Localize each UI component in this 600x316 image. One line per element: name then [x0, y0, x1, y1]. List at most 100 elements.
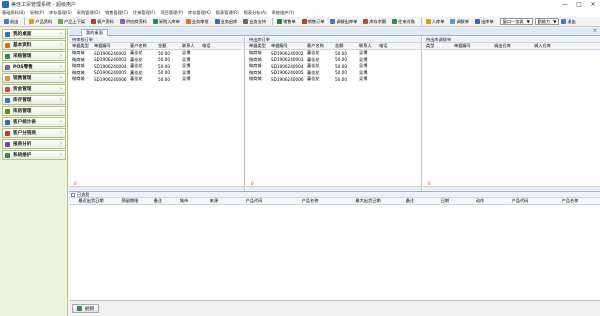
column-header[interactable]: 单据编号 — [268, 43, 304, 49]
pending-outbound-pane: 待出库订单 单据类型 单据编号 客户名称 金额 联系人 电话 微商城 SD1906240002 蕃… — [246, 37, 422, 191]
column-header[interactable]: 客户名称 — [304, 43, 332, 49]
menu-item[interactable]: 采购管理(O) — [77, 10, 100, 16]
menu-item[interactable]: 报表分析(A) — [244, 10, 267, 16]
user-dropdown[interactable]: 勤能力 ▼ — [534, 18, 560, 25]
column-header[interactable]: 类型 — [423, 43, 451, 49]
sidebar-item[interactable]: POS零售 › — [2, 62, 66, 72]
menu-item[interactable]: 基础资料(B) — [2, 10, 25, 16]
sidebar-item[interactable]: 客户统计表 › — [2, 117, 66, 127]
menu-item[interactable]: 报表管理(R) — [216, 10, 239, 16]
column-header[interactable]: 城市 — [169, 198, 199, 204]
toolbar-button-label: 业务出库 — [220, 18, 238, 24]
column-header[interactable]: 日期 — [425, 198, 465, 204]
refresh-button[interactable]: 刷新 — [72, 304, 100, 313]
sidebar-item[interactable]: 客户分销商 › — [2, 128, 66, 138]
sidebar-item[interactable]: 库房管理 › — [2, 106, 66, 116]
column-header[interactable]: 金额 — [155, 43, 179, 49]
table-cell: 吴博 — [359, 69, 368, 75]
toolbar-icon — [277, 19, 283, 24]
table-cell: SD1906240002 — [94, 50, 127, 56]
table-cell: 蕃佳花 — [307, 63, 320, 69]
module-icon — [5, 31, 10, 37]
column-header[interactable]: 预留期限 — [113, 198, 147, 204]
sidebar-item[interactable]: 采购管理 › — [2, 51, 66, 61]
toolbar-button[interactable]: 销售单 — [275, 18, 298, 26]
tab-my-desktop[interactable]: 我的桌面 — [81, 29, 108, 36]
menu-item[interactable]: 系统维护(Y) — [272, 10, 295, 16]
column-header[interactable]: 单据类型 — [246, 43, 268, 49]
toolbar-button[interactable]: 产品资料 — [27, 18, 54, 26]
select-checkbox[interactable] — [71, 193, 75, 197]
toolbar-button-label: 入库单 — [431, 18, 445, 24]
window-list-dropdown[interactable]: 窗口一览表 ▼ — [499, 18, 533, 25]
column-header[interactable]: 单据类型 — [69, 43, 91, 49]
toolbar-button[interactable]: 调拨出库单 — [328, 18, 359, 26]
dropdown-value: 窗口一览表 — [502, 18, 524, 24]
sidebar-item-label: 基本资料 — [13, 43, 32, 48]
toolbar-icon — [58, 19, 64, 24]
menu-item[interactable]: 库存管理(S) — [49, 10, 72, 16]
column-header[interactable]: 最近出货日期 — [69, 198, 113, 204]
column-header[interactable]: 联系人 — [356, 43, 376, 49]
column-header[interactable]: 联系人 — [179, 43, 199, 49]
close-tab-icon[interactable]: × — [593, 28, 597, 34]
toolbar-button[interactable]: 调拨单 — [448, 18, 471, 26]
menu-item[interactable]: 销售管理(C) — [105, 10, 128, 16]
column-header[interactable]: 来源 — [199, 198, 229, 204]
column-header[interactable]: 调入仓库 — [531, 43, 571, 49]
exit-button[interactable]: 退出 — [559, 18, 577, 26]
maximize-button[interactable]: □ — [572, 0, 586, 9]
sidebar-item-label: 库房管理 — [13, 109, 32, 114]
minimize-button[interactable]: — — [558, 0, 572, 9]
toolbar-button[interactable]: 退出 — [2, 18, 20, 26]
column-header[interactable]: 备注 — [147, 198, 169, 204]
toolbar-button[interactable]: 销售订单 — [300, 18, 327, 26]
table-cell: 蕃佳花 — [130, 76, 143, 82]
sidebar-item-label: POS零售 — [13, 65, 33, 70]
column-header[interactable]: 电话 — [376, 43, 392, 49]
toolbar-button[interactable]: 客户资料 — [89, 18, 116, 26]
sidebar-item[interactable]: 我的桌面 › — [2, 29, 66, 39]
menu-item[interactable]: 库存管理(K) — [188, 10, 211, 16]
menu-item[interactable]: 往来管理(F) — [133, 10, 155, 16]
column-header[interactable]: 单据编号 — [451, 43, 491, 49]
sidebar-item[interactable]: 库存管理 › — [2, 95, 66, 105]
table-cell: 吴博 — [359, 63, 368, 69]
toolbar-button[interactable]: 库存余额 — [361, 18, 388, 26]
close-button[interactable]: ✕ — [586, 0, 600, 9]
column-header[interactable]: 客户名称 — [127, 43, 155, 49]
title-bar: 美佳工贸管理系统 - 超级用户 — □ ✕ — [0, 0, 600, 9]
toolbar-button[interactable]: 采购入库单 — [151, 18, 182, 26]
column-header[interactable]: 电话 — [199, 43, 215, 49]
sidebar-item[interactable]: 系统维护 › — [2, 150, 66, 160]
sidebar-item[interactable]: 销售管理 › — [2, 73, 66, 83]
toolbar-button[interactable]: 入库单 — [424, 18, 447, 26]
column-header[interactable]: 金额 — [332, 43, 356, 49]
column-header[interactable]: 产品代码 — [229, 198, 279, 204]
menu-item[interactable]: 项目管理(P) — [160, 10, 183, 16]
toolbar-button[interactable]: 业务审批 — [184, 18, 211, 26]
column-header[interactable]: 单据编号 — [91, 43, 127, 49]
column-header[interactable]: 产品名称 — [279, 198, 341, 204]
table-row[interactable]: 微商城 SD1906240006 蕃佳花 50.00 吴博 — [69, 76, 244, 83]
column-header[interactable]: 产品名称 — [545, 198, 595, 204]
sidebar-item[interactable]: 基本资料 › — [2, 40, 66, 50]
toolbar-button[interactable]: 业务支持 — [241, 18, 268, 26]
toolbar-button[interactable]: 往来对账 — [390, 18, 417, 26]
sidebar-item[interactable]: 报表分析 › — [2, 139, 66, 149]
table-cell: 吴博 — [182, 63, 191, 69]
table-row[interactable]: 微商城 SD1906240006 蕃佳花 50.00 吴博 — [246, 76, 421, 83]
column-header[interactable]: 动作 — [465, 198, 495, 204]
sidebar-item[interactable]: 资金管理 › — [2, 84, 66, 94]
column-header[interactable]: 调出仓库 — [491, 43, 531, 49]
toolbar-button[interactable]: 产品上下架 — [56, 18, 87, 26]
column-header[interactable]: 最大出货日期 — [341, 198, 395, 204]
column-header[interactable]: 备注 — [395, 198, 425, 204]
toolbar-button-label: 销售订单 — [307, 18, 325, 24]
exit-label: 退出 — [567, 18, 576, 24]
menu-item[interactable]: 采购(P) — [30, 10, 44, 16]
toolbar-button[interactable]: 业务出库 — [213, 18, 240, 26]
toolbar-button[interactable]: 出库单 — [473, 18, 496, 26]
toolbar-button[interactable]: 供应商资料 — [118, 18, 149, 26]
column-header[interactable]: 产品代码 — [495, 198, 545, 204]
